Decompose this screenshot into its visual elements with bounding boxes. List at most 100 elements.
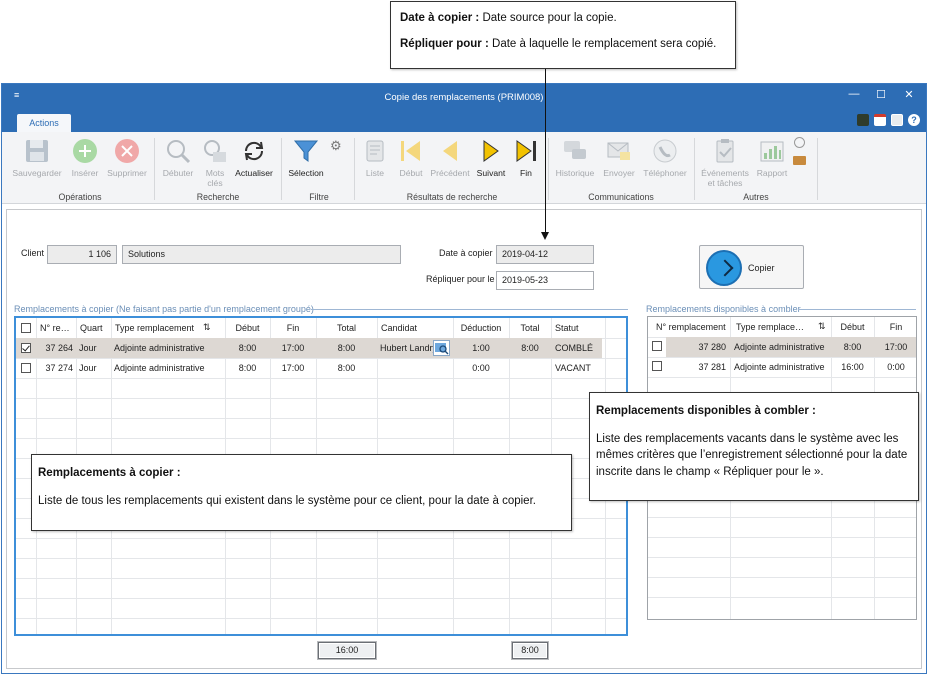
header-start[interactable]: Début <box>831 317 874 337</box>
sum-total: 16:00 <box>318 642 376 659</box>
print-icon[interactable] <box>891 114 903 126</box>
refresh-button[interactable]: Actualiser <box>231 136 277 178</box>
phone-button[interactable]: Téléphoner <box>639 136 691 178</box>
gear-icon[interactable]: ⚙ <box>330 138 342 154</box>
funnel-icon <box>291 136 321 166</box>
delete-button[interactable]: Supprimer <box>104 136 150 178</box>
refresh-icon <box>239 136 269 166</box>
copy-button[interactable]: Copier <box>699 245 804 289</box>
header-candidate[interactable]: Candidat <box>381 318 451 338</box>
header-num[interactable]: N° re… <box>40 318 76 338</box>
group-separator <box>694 138 695 200</box>
cell-start: 8:00 <box>238 343 257 353</box>
client-name-field[interactable]: Solutions <box>122 245 401 264</box>
calendar-icon[interactable] <box>874 114 886 126</box>
cell-total: 8:00 <box>337 343 356 353</box>
header-status[interactable]: Statut <box>555 318 605 338</box>
row-checkbox[interactable] <box>21 363 31 373</box>
next-button[interactable]: Suivant <box>472 136 510 178</box>
cell-candidate[interactable]: Hubert Landry <box>380 338 433 358</box>
client-number-field[interactable]: 1 106 <box>47 245 117 264</box>
row-checkbox[interactable] <box>21 343 31 353</box>
tab-actions[interactable]: Actions <box>17 114 71 132</box>
date-copy-label: Date à copier <box>439 248 493 258</box>
help-icon[interactable]: ? <box>908 114 920 126</box>
client-label: Client <box>21 248 45 258</box>
callout-dates: Date à copier : Date source pour la copi… <box>390 1 736 69</box>
history-button[interactable]: Historique <box>552 136 598 178</box>
first-button[interactable]: Début <box>394 136 428 178</box>
header-total2[interactable]: Total <box>509 318 551 338</box>
title-bar: ≡ Copie des remplacements (PRIM008) — ☐ … <box>2 84 926 111</box>
calculator-icon[interactable] <box>857 114 869 126</box>
ribbon: Sauvegarder Insérer Supprimer Opérations… <box>2 132 926 204</box>
delete-circle-icon <box>112 136 142 166</box>
keyword-search-icon <box>200 136 230 166</box>
callout-arrow-head <box>541 232 549 240</box>
cell-shift: Jour <box>79 343 97 353</box>
maximize-button[interactable]: ☐ <box>871 88 891 101</box>
briefcase-icon[interactable] <box>793 156 806 165</box>
save-button[interactable]: Sauvegarder <box>10 136 64 178</box>
window: ≡ Copie des remplacements (PRIM008) — ☐ … <box>1 83 927 674</box>
report-button[interactable]: Rapport <box>752 136 792 178</box>
last-button[interactable]: Fin <box>510 136 542 178</box>
cell-deduction: 0:00 <box>472 363 490 373</box>
header-total[interactable]: Total <box>316 318 377 338</box>
cell-type: Adjointe administrative <box>734 362 825 372</box>
cell-num: 37 264 <box>45 343 73 353</box>
group-separator <box>548 138 549 200</box>
phone-icon <box>650 136 680 166</box>
keywords-button[interactable]: Mots clés <box>200 136 230 188</box>
cell-end: 0:00 <box>887 362 905 372</box>
floppy-disk-icon <box>22 136 52 166</box>
events-tasks-button[interactable]: Événements et tâches <box>698 136 752 188</box>
last-record-icon <box>511 136 541 166</box>
cell-num: 37 274 <box>45 363 73 373</box>
tab-strip: Actions ? <box>2 111 926 132</box>
header-end[interactable]: Fin <box>874 317 916 337</box>
date-copy-field[interactable]: 2019-04-12 <box>496 245 594 264</box>
header-deduction[interactable]: Déduction <box>453 318 509 338</box>
tab-icons: ? <box>857 114 920 126</box>
cell-end: 17:00 <box>281 343 305 353</box>
selection-filter-button[interactable]: Sélection <box>284 136 328 178</box>
replicate-date-field[interactable]: 2019-05-23 <box>496 271 594 290</box>
sum-total2: 8:00 <box>512 642 548 659</box>
select-all-checkbox[interactable] <box>21 323 31 333</box>
window-title: Copie des remplacements (PRIM008) <box>384 92 544 103</box>
scroll-list-icon <box>360 136 390 166</box>
first-record-icon <box>396 136 426 166</box>
header-start[interactable]: Début <box>225 318 270 338</box>
header-shift[interactable]: Quart <box>80 318 110 338</box>
replicate-label: Répliquer pour le <box>426 274 495 284</box>
group-communications-label: Communications <box>588 192 654 202</box>
row-checkbox[interactable] <box>652 361 662 371</box>
row-checkbox[interactable] <box>652 341 662 351</box>
clock-icon[interactable] <box>794 137 805 148</box>
candidate-lookup-icon[interactable] <box>433 340 450 356</box>
header-type[interactable]: Type remplace… <box>736 317 811 337</box>
previous-button[interactable]: Précédent <box>428 136 472 178</box>
sort-icon[interactable]: ⇅ <box>818 321 826 332</box>
cell-total: 8:00 <box>337 363 356 373</box>
minimize-button[interactable]: — <box>844 88 864 100</box>
group-search-label: Recherche <box>196 192 240 202</box>
next-record-icon <box>476 136 506 166</box>
clipboard-check-icon <box>710 136 740 166</box>
sort-icon[interactable]: ⇅ <box>203 322 211 333</box>
send-button[interactable]: Envoyer <box>600 136 638 178</box>
cell-type: Adjointe administrative <box>734 342 825 352</box>
speech-bubbles-icon <box>560 136 590 166</box>
header-end[interactable]: Fin <box>270 318 316 338</box>
cell-candidate[interactable] <box>380 358 450 378</box>
bar-chart-icon <box>757 136 787 166</box>
group-filter-label: Filtre <box>309 192 329 202</box>
close-button[interactable]: ✕ <box>899 88 919 101</box>
list-button[interactable]: Liste <box>360 136 390 178</box>
insert-button[interactable]: Insérer <box>66 136 104 178</box>
cell-status: VACANT <box>555 363 591 373</box>
header-num[interactable]: N° remplacement <box>656 317 731 337</box>
header-type[interactable]: Type remplacement <box>115 318 200 338</box>
start-search-button[interactable]: Débuter <box>158 136 198 178</box>
